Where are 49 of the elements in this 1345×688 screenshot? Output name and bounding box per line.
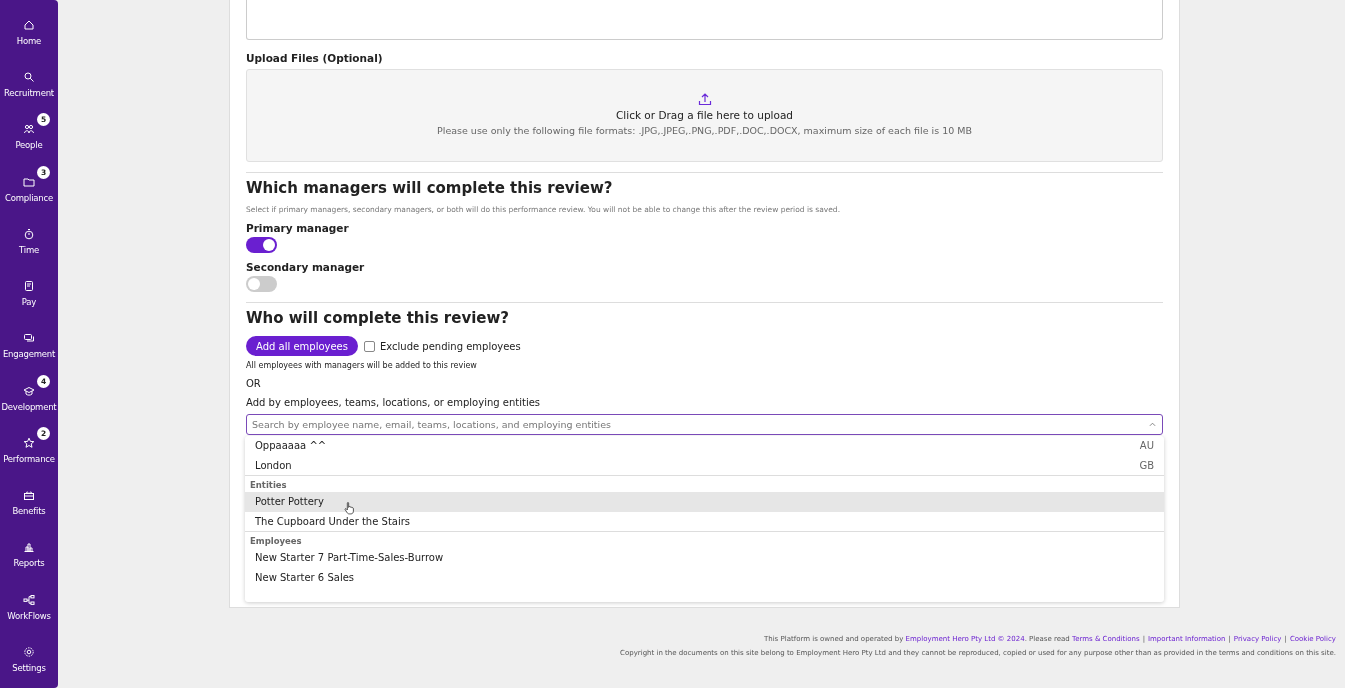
graduation-cap-icon xyxy=(23,384,35,397)
nav-item[interactable]: Time xyxy=(0,217,58,271)
caret-icon xyxy=(1149,422,1156,427)
magnifier-icon xyxy=(23,71,35,84)
dropdown-option[interactable]: The Cupboard Under the Stairs xyxy=(245,511,1164,531)
field-label: Add by employees, teams, locations, or employing entities xyxy=(246,397,542,408)
toggle-switch[interactable] xyxy=(246,276,277,292)
gift-icon xyxy=(23,489,35,502)
home-icon xyxy=(23,19,35,31)
upload-dropzone[interactable]: Click or Drag a file here to upload Please use only the following file formats: .JPG,.JPEG,.PNG,.PDF,.DOC,.DOCX, maximum size of each file is 10 MB xyxy=(246,69,1163,162)
add-all-button[interactable]: Add all employees xyxy=(246,336,358,356)
nav-item[interactable]: WorkFlows xyxy=(0,583,58,636)
star-icon xyxy=(23,436,35,449)
upload-icon xyxy=(697,92,712,106)
toggle-switch[interactable] xyxy=(246,237,277,253)
nav-item[interactable]: Home xyxy=(0,9,58,62)
dropdown-option[interactable]: Potter Pottery xyxy=(245,492,1164,512)
group-heading: Entities xyxy=(249,479,288,492)
dropdown-option[interactable]: New Starter 6 Sales xyxy=(245,567,1164,587)
dropdown-option[interactable]: Oppaaaaa ^^ AU xyxy=(245,436,1164,456)
toggle-label: Secondary manager xyxy=(246,261,366,273)
search-field[interactable]: Search by employee name, email, teams, locations, and employing entities xyxy=(246,414,1163,435)
upload-hint: Please use only the following file formats: .JPG,.JPEG,.PNG,.PDF,.DOC,.DOCX, maximum size of each file is 10 MB xyxy=(437,125,972,136)
section-heading: Which managers will complete this review? xyxy=(246,179,614,197)
section-heading: Who will complete this review? xyxy=(246,309,511,327)
nav-item[interactable]: Recruitment xyxy=(0,61,58,114)
group-heading: Employees xyxy=(249,535,303,548)
hand-cursor-icon xyxy=(344,502,355,515)
upload-prompt: Click or Drag a file here to upload xyxy=(616,109,793,121)
stopwatch-icon xyxy=(23,227,35,240)
chat-icon xyxy=(23,332,35,345)
dropdown-option[interactable]: London GB xyxy=(245,455,1164,475)
checkbox-label: Exclude pending employees xyxy=(380,340,521,352)
nav-item[interactable]: Engagement xyxy=(0,322,58,375)
people-icon xyxy=(23,123,35,136)
or-text: OR xyxy=(246,378,262,389)
checkbox[interactable] xyxy=(364,340,375,352)
dropdown-option[interactable]: New Starter 7 Part-Time-Sales-Burrow xyxy=(245,548,1164,568)
document-icon xyxy=(23,280,35,293)
nav-item[interactable]: Pay xyxy=(0,270,58,323)
workflow-icon xyxy=(23,593,35,606)
nav-item[interactable]: Benefits xyxy=(0,479,58,532)
field-label: Upload Files (Optional) xyxy=(246,52,384,64)
toggle-label: Primary manager xyxy=(246,222,350,234)
folder-icon xyxy=(23,175,35,188)
nav-item[interactable]: Settings xyxy=(0,635,58,688)
nav-item[interactable]: Reports xyxy=(0,531,58,584)
settings-icon xyxy=(23,645,35,658)
helper-text: All employees with managers will be added to this review xyxy=(246,361,478,370)
